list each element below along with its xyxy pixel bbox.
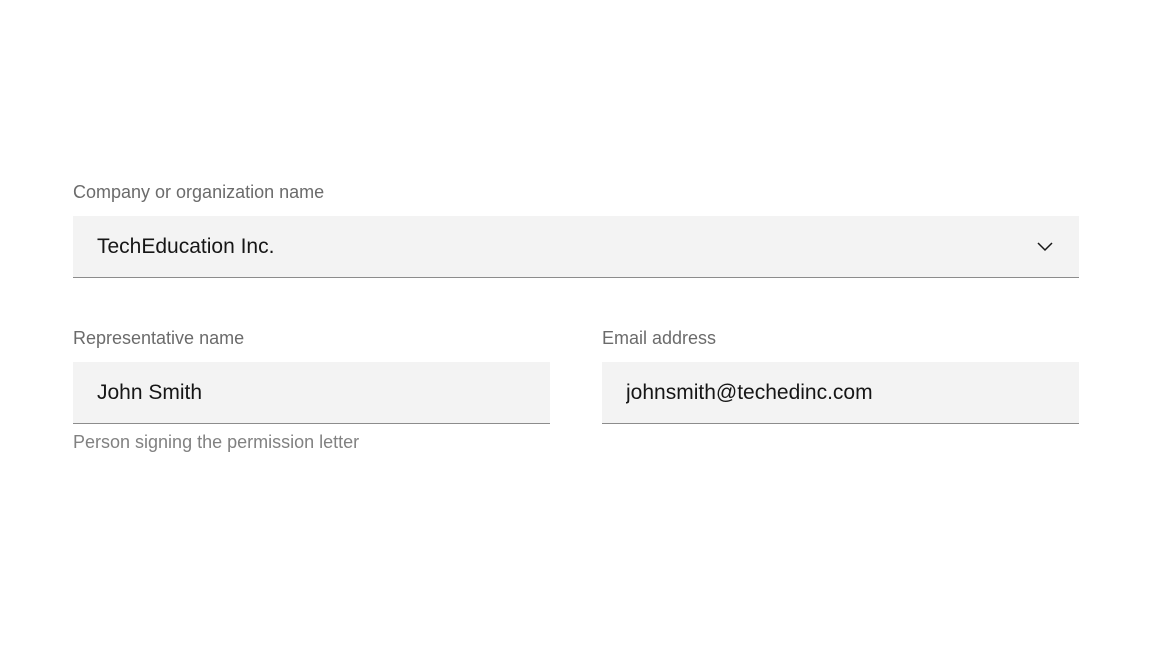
company-dropdown-value: TechEducation Inc. xyxy=(97,235,274,259)
email-label: Email address xyxy=(602,328,1079,349)
company-label: Company or organization name xyxy=(73,182,1079,203)
representative-label: Representative name xyxy=(73,328,550,349)
representative-input[interactable] xyxy=(73,362,550,424)
email-input[interactable] xyxy=(602,362,1079,424)
company-dropdown[interactable]: TechEducation Inc. xyxy=(73,216,1079,278)
chevron-down-icon xyxy=(1035,237,1055,257)
representative-helper: Person signing the permission letter xyxy=(73,432,550,453)
